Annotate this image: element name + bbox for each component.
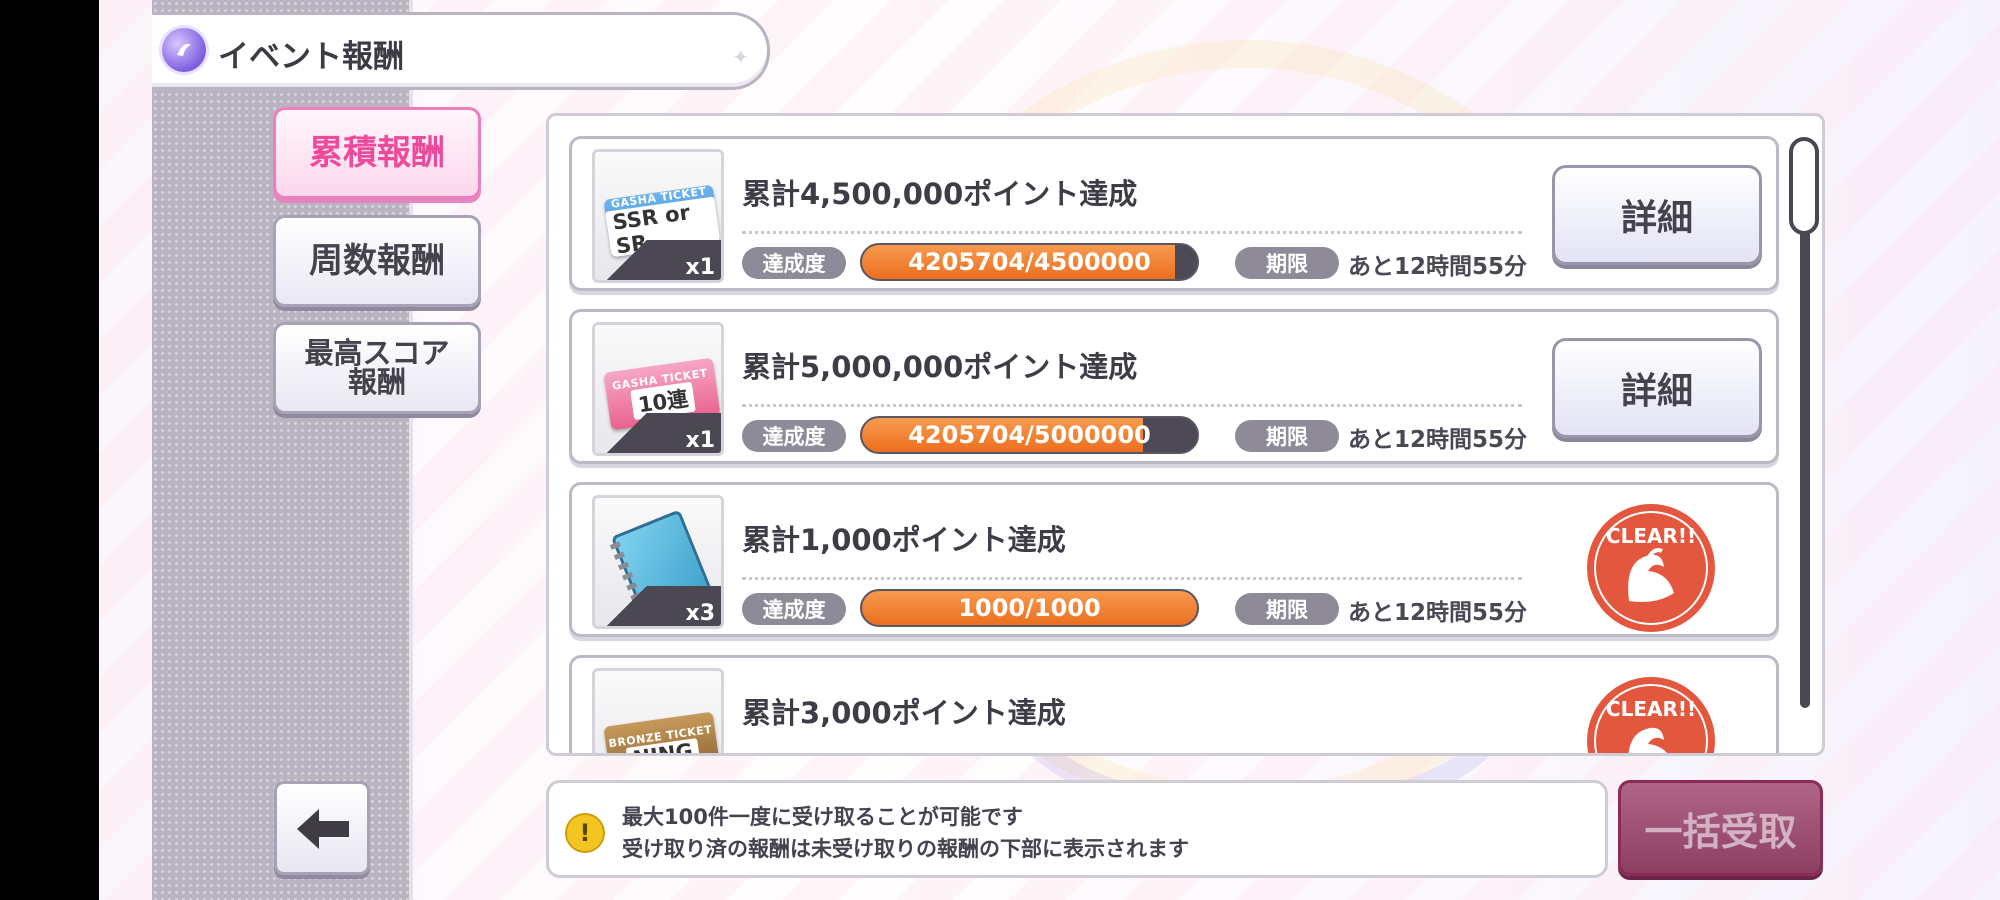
progress-value: 4205704/5000000 — [908, 421, 1151, 449]
reward-item-thumbnail: GASHA TICKET SSR or SR x1 — [592, 149, 724, 283]
progress-tag: 達成度 — [742, 420, 846, 452]
scrollbar-thumb[interactable] — [1789, 137, 1819, 235]
clear-stamp-text: CLEAR!! — [1606, 697, 1696, 721]
notice-text: 最大100件一度に受け取ることが可能です — [622, 805, 1023, 829]
clear-stamp-text: CLEAR!! — [1606, 524, 1696, 548]
reward-item-thumbnail: GASHA TICKET 10連 x1 — [592, 322, 724, 456]
detail-button[interactable]: 詳細 — [1552, 165, 1762, 265]
detail-button[interactable]: 詳細 — [1552, 338, 1762, 438]
reward-quantity: x3 — [685, 601, 716, 626]
progress-tag: 達成度 — [742, 247, 846, 279]
reward-row: BRONZE TICKET NING 累計3,000ポイント達成 CLEAR!! — [569, 655, 1779, 753]
tab-high-score-rewards[interactable]: 最高スコア 報酬 — [273, 322, 481, 414]
reward-row: GASHA TICKET 10連 x1 累計5,000,000ポイント達成 達成… — [569, 309, 1779, 464]
tab-label: 累積報酬 — [309, 133, 445, 173]
back-arrow-icon — [297, 809, 349, 849]
remaining-time: あと12時間55分 — [1348, 427, 1528, 453]
clear-stamp-icon: CLEAR!! — [1587, 677, 1715, 753]
deadline-tag: 期限 — [1235, 247, 1339, 279]
progress-tag: 達成度 — [742, 593, 846, 625]
notice-text: 受け取り済の報酬は未受け取りの報酬の下部に表示されます — [622, 837, 1189, 861]
remaining-time: あと12時間55分 — [1348, 600, 1528, 626]
reward-row: GASHA TICKET SSR or SR x1 累計4,500,000ポイン… — [569, 136, 1779, 291]
reward-row: x3 累計1,000ポイント達成 達成度 1000/1000 期限 あと12時間… — [569, 482, 1779, 637]
reward-quantity: x1 — [685, 428, 716, 453]
deadline-tag: 期限 — [1235, 593, 1339, 625]
reward-list[interactable]: GASHA TICKET SSR or SR x1 累計4,500,000ポイン… — [546, 113, 1825, 756]
progress-bar: 4205704/5000000 — [860, 416, 1199, 454]
reward-title: 累計1,000ポイント達成 — [742, 523, 1066, 557]
reward-item-thumbnail: x3 — [592, 495, 724, 629]
back-button[interactable] — [274, 781, 370, 875]
reward-item-thumbnail: BRONZE TICKET NING — [592, 668, 724, 753]
clear-stamp-icon: CLEAR!! — [1587, 504, 1715, 632]
title-bar: イベント報酬 ✦ — [152, 12, 770, 90]
event-icon — [162, 28, 206, 72]
sparkle-icon: ✦ — [732, 45, 749, 69]
progress-bar: 4205704/4500000 — [860, 243, 1199, 281]
reward-title: 累計3,000ポイント達成 — [742, 696, 1066, 730]
progress-bar: 1000/1000 — [860, 589, 1199, 627]
progress-value: 4205704/4500000 — [908, 248, 1151, 276]
reward-title: 累計5,000,000ポイント達成 — [742, 350, 1138, 384]
warning-icon: ! — [565, 813, 605, 853]
reward-quantity: x1 — [685, 255, 716, 280]
reward-title: 累計4,500,000ポイント達成 — [742, 177, 1138, 211]
bronze-ticket-icon: BRONZE TICKET NING — [603, 711, 721, 753]
tab-label: 周数報酬 — [309, 241, 445, 281]
remaining-time: あと12時間55分 — [1348, 254, 1528, 280]
tab-label: 最高スコア 報酬 — [304, 336, 450, 399]
claim-all-button[interactable]: 一括受取 — [1618, 780, 1823, 876]
tab-cumulative-rewards[interactable]: 累積報酬 — [273, 107, 481, 199]
progress-value: 1000/1000 — [958, 594, 1101, 622]
page-title: イベント報酬 — [218, 39, 404, 75]
deadline-tag: 期限 — [1235, 420, 1339, 452]
tab-lap-rewards[interactable]: 周数報酬 — [273, 215, 481, 307]
notice-box: ! 最大100件一度に受け取ることが可能です 受け取り済の報酬は未受け取りの報酬… — [546, 780, 1608, 878]
